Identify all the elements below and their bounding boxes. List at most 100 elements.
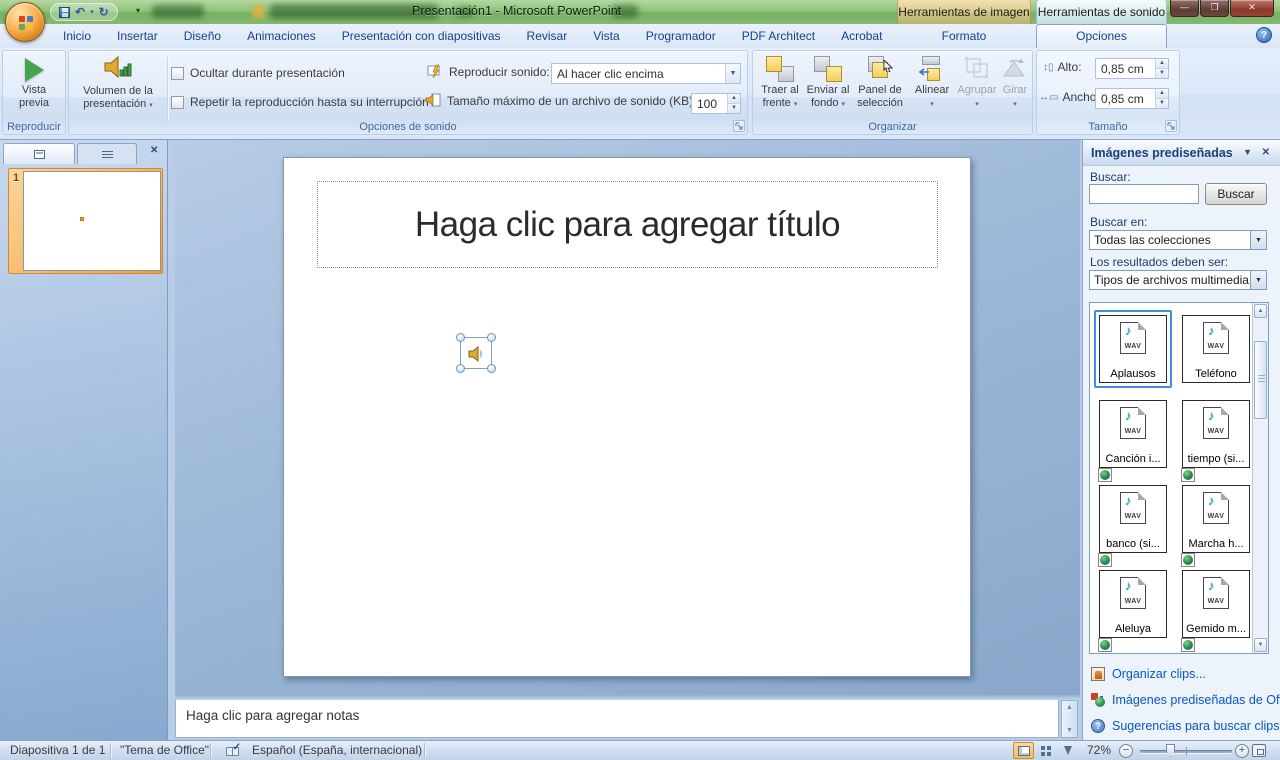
zoom-slider-tick — [1186, 747, 1187, 755]
repetir-label[interactable]: Repetir la reproducción hasta su interru… — [190, 95, 429, 109]
slide-thumbnail[interactable] — [23, 171, 161, 271]
repetir-checkbox[interactable] — [171, 95, 184, 109]
slideshow-button[interactable] — [1057, 742, 1078, 759]
tab-revisar[interactable]: Revisar — [514, 24, 581, 48]
tab-esquema[interactable] — [77, 143, 137, 164]
reproducir-sonido-select[interactable]: Al hacer clic encima ▼ — [551, 63, 741, 84]
sugerencias-link[interactable]: Sugerencias para buscar clips — [1112, 719, 1279, 733]
dialog-launcher-icon[interactable] — [733, 120, 745, 132]
buscar-input[interactable] — [1089, 184, 1199, 204]
scrollbar-thumb[interactable] — [1254, 341, 1267, 419]
tamano-max-spinner[interactable]: 100 ▲ ▼ — [691, 93, 741, 114]
clip-item[interactable]: ♪ WAV Canción i... — [1098, 400, 1167, 482]
alinear-button[interactable]: Alinear ▾ — [911, 55, 953, 111]
tab-animaciones[interactable]: Animaciones — [234, 24, 329, 48]
zoom-level[interactable]: 72% — [1087, 741, 1111, 760]
selection-handle[interactable] — [456, 333, 465, 342]
ocultar-checkbox[interactable] — [171, 66, 184, 80]
redo-icon[interactable]: ↻ — [99, 4, 109, 20]
traer-al-frente-button[interactable]: Traer al frente ▾ — [757, 55, 803, 111]
notes-scrollbar[interactable]: ▲ ▼ — [1061, 700, 1078, 738]
notes-pane[interactable]: Haga clic para agregar notas — [175, 700, 1059, 738]
clip-item[interactable]: ♪ WAV Marcha h... — [1181, 485, 1250, 567]
office-button[interactable] — [5, 2, 45, 42]
slide-sorter-button[interactable] — [1035, 742, 1056, 759]
title-placeholder[interactable]: Haga clic para agregar título — [317, 181, 938, 268]
enviar-al-fondo-button[interactable]: Enviar al fondo ▾ — [805, 55, 851, 111]
zoom-in-button[interactable]: + — [1235, 744, 1249, 758]
fit-to-window-button[interactable] — [1252, 744, 1266, 757]
tab-presentacion[interactable]: Presentación con diapositivas — [329, 24, 514, 48]
spell-check-icon[interactable]: ✓ — [226, 742, 241, 757]
results-scrollbar[interactable]: ▲ ▼ — [1252, 303, 1268, 653]
clip-item[interactable]: ♪ WAV Aplausos — [1094, 310, 1172, 388]
selection-handle[interactable] — [456, 364, 465, 373]
spin-down-icon[interactable]: ▼ — [728, 103, 740, 113]
scroll-down-icon[interactable]: ▼ — [1254, 638, 1267, 652]
close-pane-icon[interactable]: ✕ — [150, 145, 158, 156]
chevron-down-icon[interactable]: ▼ — [1250, 271, 1266, 289]
buscar-en-select[interactable]: Todas las colecciones ▼ — [1089, 230, 1267, 250]
tab-vista[interactable]: Vista — [580, 24, 632, 48]
help-icon[interactable]: ? — [1256, 27, 1272, 43]
tab-diapositivas[interactable] — [3, 143, 75, 164]
tab-acrobat[interactable]: Acrobat — [828, 24, 895, 48]
scroll-up-icon[interactable]: ▲ — [1254, 304, 1267, 318]
restore-button[interactable]: ❐ — [1200, 0, 1229, 17]
tab-inicio[interactable]: Inicio — [50, 24, 104, 48]
undo-icon[interactable]: ↶ — [75, 4, 85, 20]
task-pane-close-icon[interactable]: ✕ — [1262, 147, 1270, 158]
buscar-button[interactable]: Buscar — [1205, 183, 1267, 205]
zoom-out-button[interactable]: − — [1119, 744, 1133, 758]
spin-down-icon[interactable]: ▼ — [1156, 98, 1168, 108]
sound-object-selected[interactable] — [456, 333, 496, 373]
vista-previa-button[interactable]: Vista previa — [3, 58, 65, 110]
selection-handle[interactable] — [487, 333, 496, 342]
alto-spinner[interactable]: 0,85 cm ▲ ▼ — [1095, 58, 1169, 79]
ocultar-label[interactable]: Ocultar durante presentación — [190, 66, 345, 80]
save-icon[interactable] — [59, 6, 70, 18]
slide-thumbnail-selected[interactable]: 1 — [8, 168, 163, 274]
clip-item[interactable]: ♪ WAV Gemido m... — [1181, 570, 1250, 652]
spin-up-icon[interactable]: ▲ — [1156, 89, 1168, 98]
volumen-button[interactable]: Volumen de la presentación ▾ — [73, 54, 163, 120]
clip-item[interactable]: ♪ WAV tiempo (si... — [1181, 400, 1250, 482]
dialog-launcher-icon[interactable] — [1165, 120, 1177, 132]
panel-seleccion-button[interactable]: Panel de selección — [853, 55, 907, 110]
ancho-spinner[interactable]: 0,85 cm ▲ ▼ — [1095, 88, 1169, 109]
customize-qat-icon[interactable]: ▾ — [136, 6, 140, 15]
theme-name[interactable]: "Tema de Office" — [120, 741, 209, 760]
tab-insertar[interactable]: Insertar — [104, 24, 171, 48]
chevron-down-icon[interactable]: ▼ — [725, 64, 740, 83]
zoom-slider-thumb[interactable] — [1166, 744, 1175, 757]
close-button[interactable]: ✕ — [1230, 0, 1274, 17]
tab-programador[interactable]: Programador — [633, 24, 729, 48]
task-pane-menu-icon[interactable]: ▼ — [1243, 147, 1252, 157]
group-tamano: ↕▯ Alto: 0,85 cm ▲ ▼ ↔▭ Ancho: 0,85 cm ▲ ▼… — [1036, 50, 1180, 135]
organizar-clips-link[interactable]: Organizar clips... — [1112, 667, 1206, 681]
slide-counter[interactable]: Diapositiva 1 de 1 — [10, 741, 105, 760]
slide-editing-area[interactable]: Haga clic para agregar título — [175, 140, 1080, 695]
scroll-down-icon[interactable]: ▼ — [1062, 727, 1077, 734]
clip-item[interactable]: ♪ WAV Aleluya — [1098, 570, 1167, 652]
clip-item[interactable]: ♪ WAV banco (si... — [1098, 485, 1167, 567]
spin-up-icon[interactable]: ▲ — [728, 94, 740, 103]
undo-dropdown-icon[interactable]: ▾ — [90, 8, 94, 16]
tab-opciones-active[interactable]: Opciones — [1036, 24, 1167, 48]
spin-down-icon[interactable]: ▼ — [1156, 68, 1168, 78]
slide-canvas[interactable]: Haga clic para agregar título — [283, 157, 971, 677]
tab-diseno[interactable]: Diseño — [171, 24, 234, 48]
tab-pdf-architect[interactable]: PDF Architect — [729, 24, 828, 48]
spin-up-icon[interactable]: ▲ — [1156, 59, 1168, 68]
language-indicator[interactable]: Español (España, internacional) — [252, 741, 422, 760]
chevron-down-icon[interactable]: ▼ — [1250, 231, 1266, 249]
minimize-button[interactable]: — — [1170, 0, 1199, 17]
clip-item[interactable]: ♪ WAV Teléfono — [1182, 315, 1250, 383]
scroll-up-icon[interactable]: ▲ — [1062, 704, 1077, 711]
tab-formato[interactable]: Formato — [897, 24, 1031, 48]
office-online-link[interactable]: Imágenes prediseñadas de Office ( — [1112, 693, 1280, 707]
selection-handle[interactable] — [487, 364, 496, 373]
resultados-select[interactable]: Tipos de archivos multimedia se ▼ — [1089, 270, 1267, 290]
normal-view-button[interactable] — [1013, 742, 1034, 759]
task-pane-header[interactable]: Imágenes prediseñadas ▼ ✕ — [1083, 140, 1280, 166]
